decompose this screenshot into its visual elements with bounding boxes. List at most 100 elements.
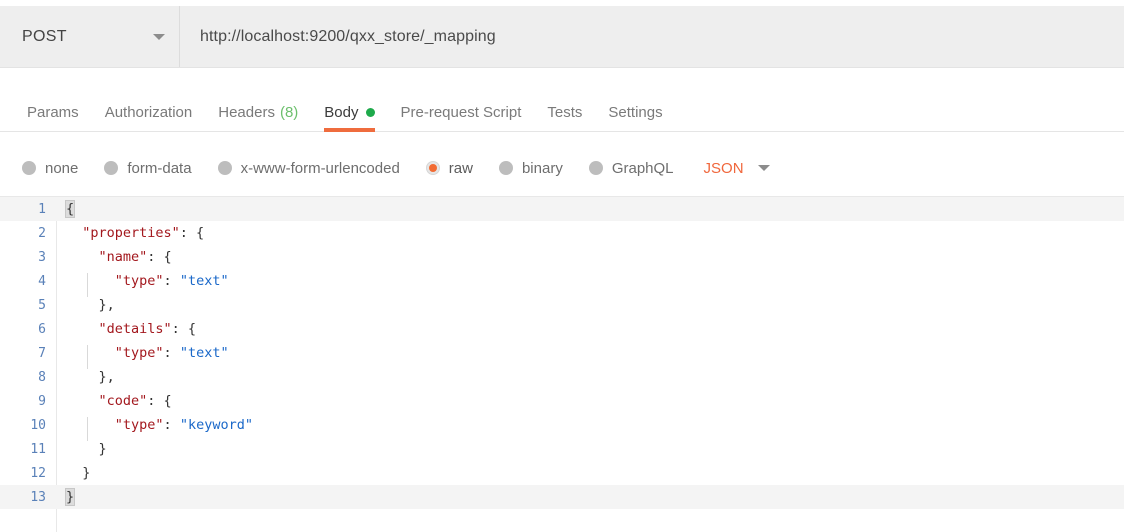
code-line: 4 "type": "text" <box>0 269 1124 297</box>
tab-params[interactable]: Params <box>14 92 92 132</box>
code-line-text: "type": "text" <box>56 345 229 369</box>
code-line: 1{ <box>0 197 1124 221</box>
body-type-radio-raw[interactable]: raw <box>425 159 473 177</box>
body-type-radio-group: none form-data x-www-form-urlencoded raw bin… <box>22 160 700 177</box>
line-number: 7 <box>38 345 46 361</box>
tab-label: Settings <box>608 103 663 121</box>
code-token: "details" <box>66 321 172 337</box>
radio-label: raw <box>448 159 473 177</box>
tab-label: Tests <box>547 103 583 121</box>
code-token: "text" <box>179 345 229 361</box>
active-tab-underline <box>324 128 375 132</box>
body-format-label: JSON <box>703 159 744 177</box>
code-token: "code" <box>66 393 148 409</box>
body-type-radio-form-data[interactable]: form-data <box>104 159 192 177</box>
code-line: 9 "code": { <box>0 389 1124 413</box>
line-number: 1 <box>38 201 46 217</box>
code-line: 13} <box>0 485 1124 509</box>
body-type-radio-graphql[interactable]: GraphQL <box>588 159 674 177</box>
code-token: "text" <box>179 273 229 289</box>
line-number: 5 <box>38 297 46 313</box>
url-input[interactable]: http://localhost:9200/qxx_store/_mapping <box>180 6 1124 67</box>
code-token: : <box>163 345 180 361</box>
code-token: : { <box>179 225 205 241</box>
code-token: : { <box>171 321 197 337</box>
code-token: : { <box>147 393 172 409</box>
line-number: 3 <box>38 249 46 265</box>
body-type-radio-binary[interactable]: binary <box>498 159 563 177</box>
request-tabs: Params Authorization Headers (8) Body Pre-req… <box>0 92 1124 132</box>
code-line: 5 }, <box>0 293 1124 317</box>
line-number: 13 <box>30 489 46 505</box>
chevron-down-icon <box>757 165 770 171</box>
tab-label: Body <box>324 103 359 121</box>
tab-label: Authorization <box>104 103 193 121</box>
tab-settings[interactable]: Settings <box>595 92 675 132</box>
chevron-down-icon <box>153 33 165 40</box>
tab-body[interactable]: Body <box>311 92 387 132</box>
line-number: 8 <box>38 369 46 385</box>
tab-headers[interactable]: Headers (8) <box>205 92 311 132</box>
body-type-radio-none[interactable]: none <box>22 160 78 177</box>
code-line: 12 } <box>0 461 1124 485</box>
line-number: 12 <box>30 465 46 481</box>
tab-count-badge: (8) <box>279 103 299 121</box>
tab-pre-request-script[interactable]: Pre-request Script <box>388 92 535 132</box>
body-modified-dot-icon <box>365 107 375 117</box>
tab-authorization[interactable]: Authorization <box>92 92 206 132</box>
code-token: : <box>163 273 180 289</box>
body-format-select[interactable]: JSON <box>704 160 770 177</box>
radio-icon <box>217 161 232 175</box>
line-number: 6 <box>38 321 46 337</box>
http-method-select[interactable]: POST <box>0 6 180 67</box>
code-token: }, <box>66 297 115 313</box>
code-line-text: }, <box>56 369 115 385</box>
code-line-text: { <box>56 200 76 218</box>
tab-label: Params <box>27 103 79 121</box>
line-number: 9 <box>38 393 46 409</box>
line-number: 4 <box>38 273 46 289</box>
line-number: 11 <box>30 441 46 457</box>
code-line-text: "details": { <box>56 321 197 337</box>
code-line-text: "name": { <box>56 249 172 265</box>
tab-label: Pre-request Script <box>400 103 522 121</box>
radio-label: form-data <box>127 159 192 177</box>
line-number: 2 <box>38 225 46 241</box>
radio-label: GraphQL <box>611 159 674 177</box>
radio-icon <box>22 161 36 175</box>
code-token: "keyword" <box>179 417 253 433</box>
code-line: 11 } <box>0 437 1124 461</box>
radio-label: binary <box>521 159 563 177</box>
http-method-label: POST <box>22 27 67 45</box>
code-token: { <box>64 200 76 218</box>
code-token: : <box>163 417 180 433</box>
code-line: 7 "type": "text" <box>0 341 1124 369</box>
radio-icon <box>425 161 440 175</box>
code-line-text: "type": "text" <box>56 273 229 297</box>
code-line-text: "code": { <box>56 393 172 409</box>
code-token: "type" <box>66 273 164 289</box>
code-line: 8 }, <box>0 365 1124 389</box>
code-token: } <box>66 441 107 457</box>
request-body-editor[interactable]: 1{2 "properties": {3 "name": {4 "type": … <box>0 196 1124 532</box>
code-line-text: } <box>56 465 90 481</box>
tab-tests[interactable]: Tests <box>534 92 595 132</box>
code-line-text: } <box>56 441 107 457</box>
body-type-row: none form-data x-www-form-urlencoded raw bin… <box>0 145 1124 191</box>
code-line: 2 "properties": { <box>0 221 1124 245</box>
code-token: "name" <box>66 249 148 265</box>
code-line: 6 "details": { <box>0 317 1124 341</box>
radio-icon <box>588 161 603 175</box>
code-token: } <box>66 465 91 481</box>
code-token: }, <box>66 369 115 385</box>
request-url-bar: POST http://localhost:9200/qxx_store/_ma… <box>0 6 1124 68</box>
radio-icon <box>104 161 119 175</box>
radio-icon <box>498 161 513 175</box>
code-token: "properties" <box>66 225 180 241</box>
code-line-text: "properties": { <box>56 225 204 241</box>
code-line-text: } <box>56 488 76 506</box>
code-line: 10 "type": "keyword" <box>0 413 1124 441</box>
radio-label: x-www-form-urlencoded <box>240 159 400 177</box>
body-type-radio-x-www-form-urlencoded[interactable]: x-www-form-urlencoded <box>217 159 400 177</box>
code-line-text: }, <box>56 297 115 313</box>
